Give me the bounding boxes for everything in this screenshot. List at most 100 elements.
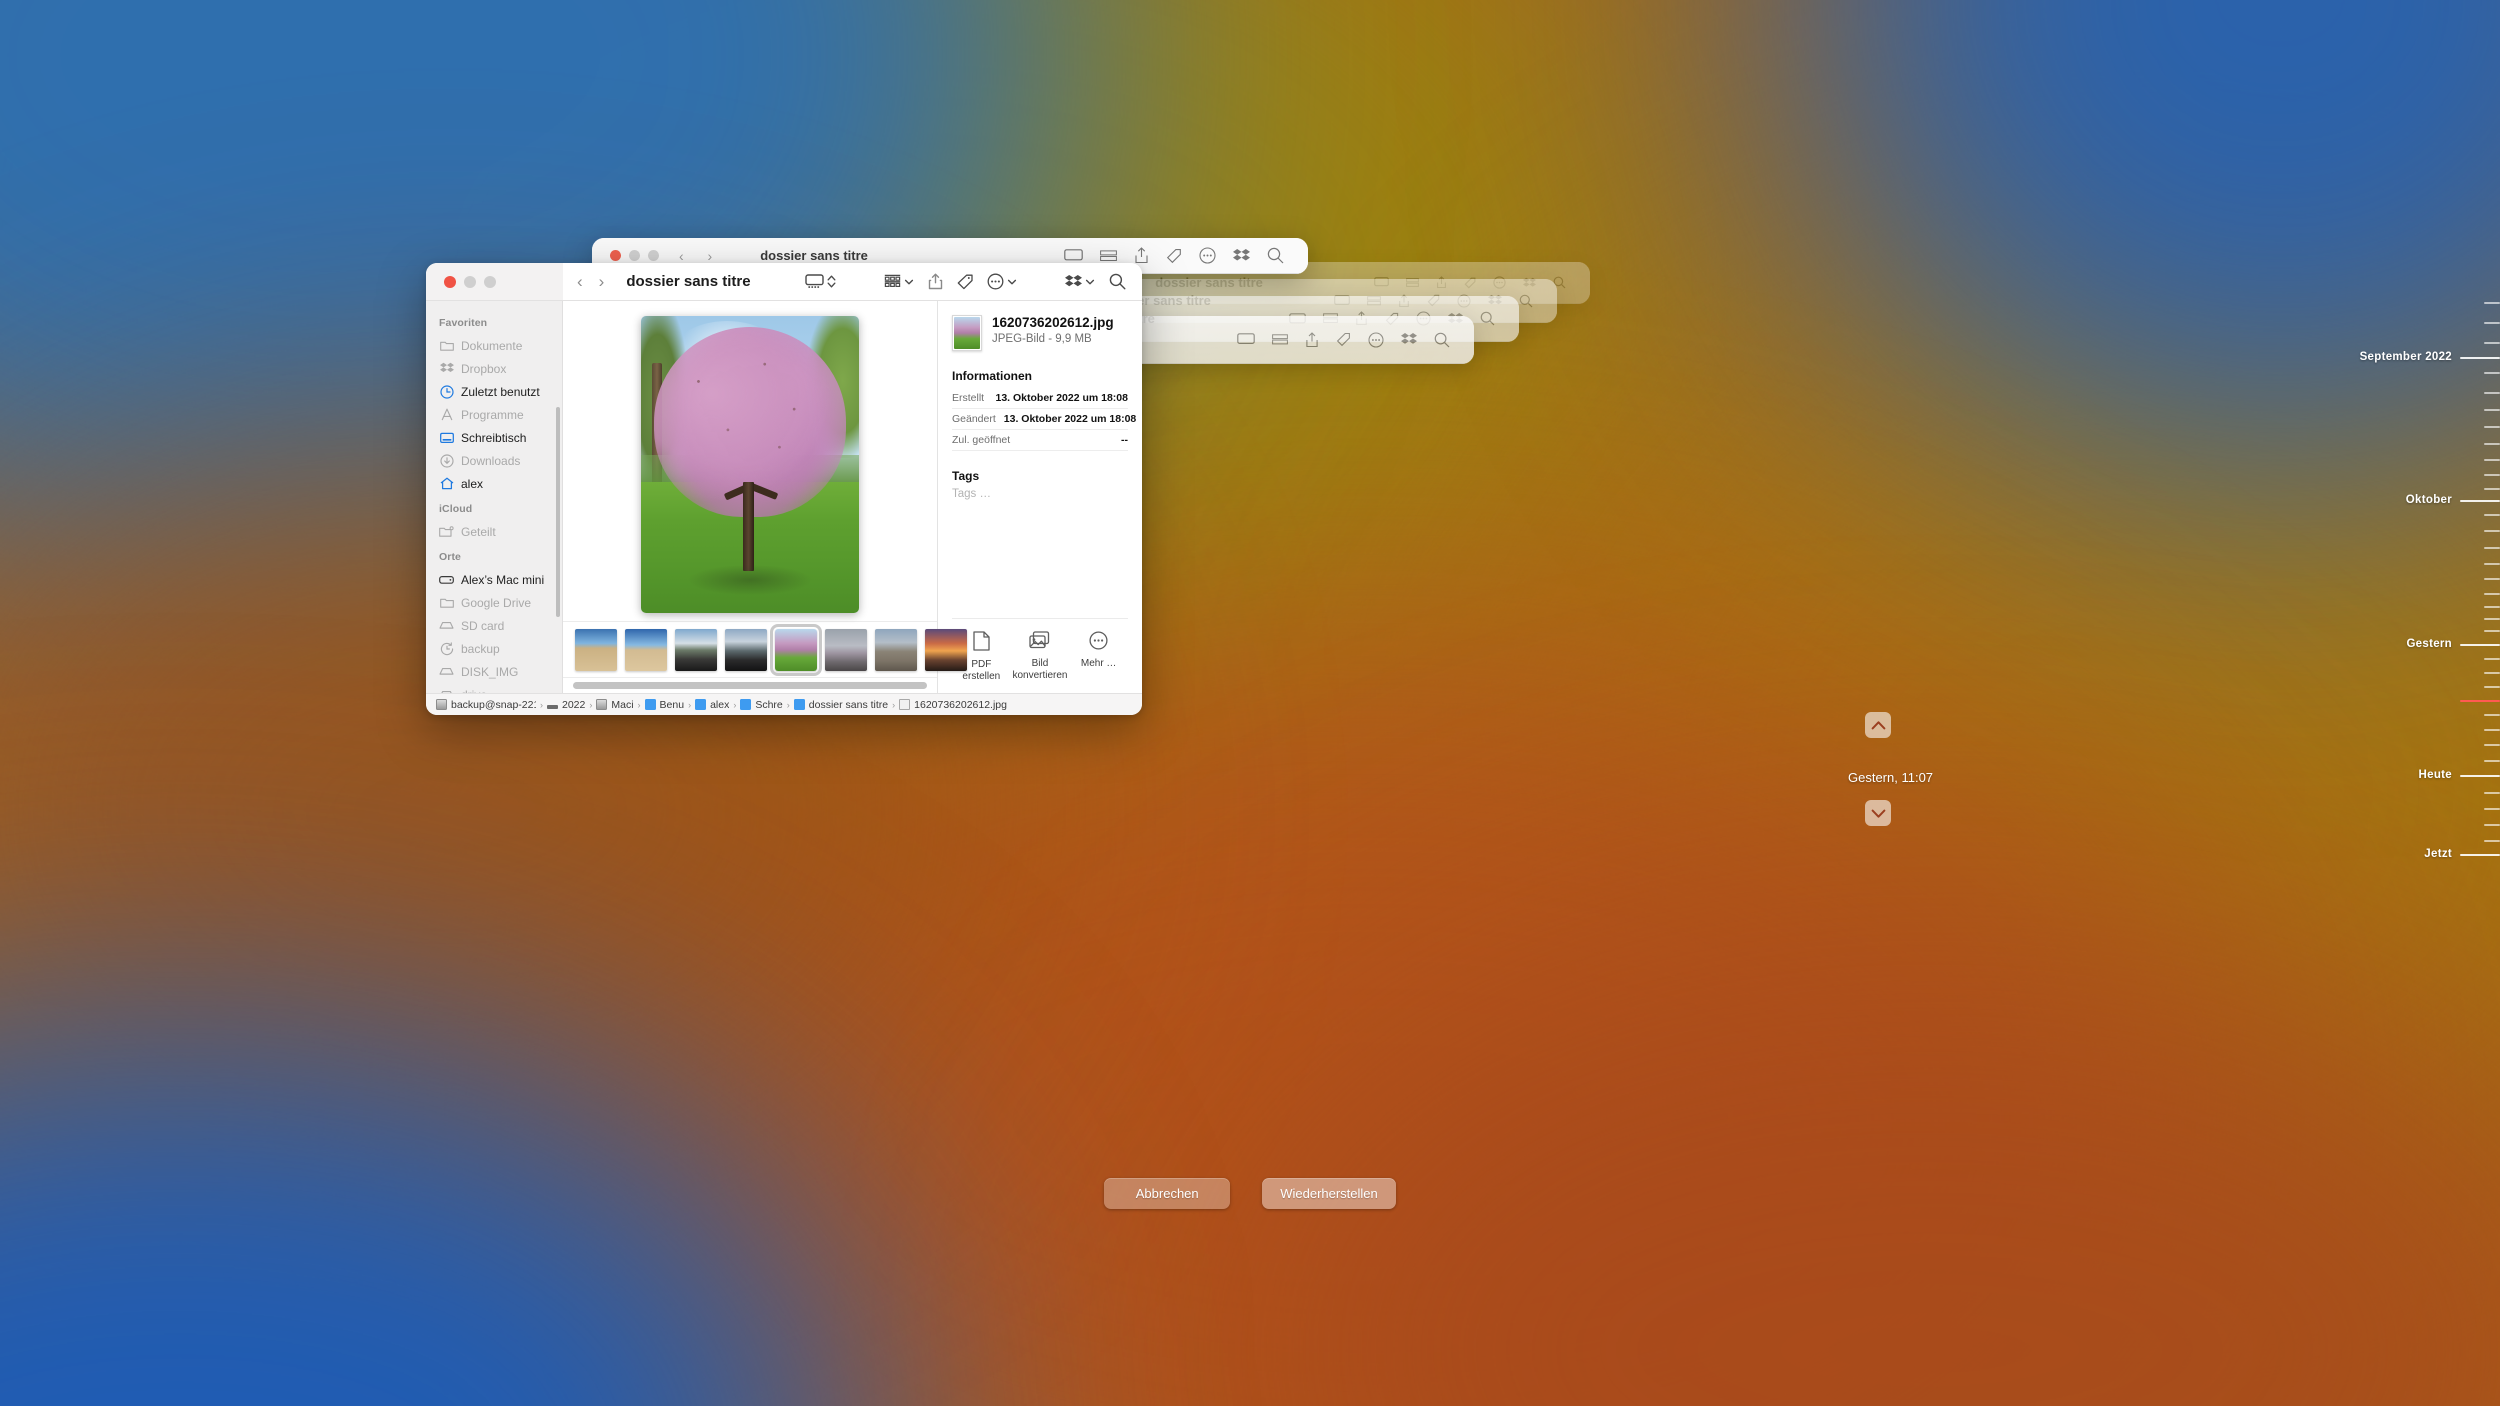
quick-action-convert-image[interactable]: Bild konvertieren	[1011, 631, 1069, 682]
thumbnail-item[interactable]	[675, 628, 717, 671]
breadcrumb-item[interactable]: backup@snap-22126	[436, 699, 536, 711]
breadcrumb-item[interactable]: Benu	[644, 698, 684, 711]
display-icon	[805, 274, 824, 288]
back-button[interactable]: ‹	[577, 272, 583, 292]
breadcrumb-label: 2022	[562, 698, 586, 711]
sidebar-item-zuletzt-benutzt[interactable]: Zuletzt benutzt	[426, 380, 562, 403]
sidebar-item-programme[interactable]: Programme	[426, 403, 562, 426]
dropbox-button[interactable]	[1065, 274, 1095, 290]
sidebar-item-dokumente[interactable]: Dokumente	[426, 334, 562, 357]
thumbnail-item[interactable]	[575, 628, 617, 671]
file-subtitle: JPEG-Bild - 9,9 MB	[992, 332, 1092, 345]
sidebar-item-drive[interactable]: drive	[426, 683, 562, 693]
sidebar-item-label: Zuletzt benutzt	[461, 384, 540, 399]
shared-folder-icon	[439, 524, 454, 539]
toolbar-tools	[805, 273, 1126, 290]
thumbnail-strip[interactable]	[563, 621, 967, 677]
breadcrumb-item[interactable]: alex	[695, 698, 730, 711]
timemachine-navigation[interactable]	[1858, 712, 1898, 826]
breadcrumb-separator: ›	[637, 699, 641, 710]
search-button[interactable]	[1109, 273, 1126, 290]
sidebar-section-header: Favoriten	[439, 317, 488, 329]
breadcrumb-item[interactable]: 2022	[547, 699, 585, 711]
thumbnail-item-selected[interactable]	[770, 623, 822, 676]
thumbnail-item[interactable]	[875, 628, 917, 671]
info-value: 13. Oktober 2022 um 18:08	[995, 392, 1129, 404]
close-button[interactable]	[444, 275, 456, 288]
clock-icon	[439, 384, 454, 399]
breadcrumb-label: 1620736202612.jpg	[914, 698, 1007, 711]
sidebar-item-label: backup	[461, 641, 500, 656]
quick-action-more[interactable]: Mehr …	[1070, 631, 1128, 670]
breadcrumb[interactable]: backup@snap-22126 › 2022 › Maci › Benu ›…	[426, 693, 1142, 715]
sidebar-item-label: Geteilt	[461, 524, 496, 539]
finder-window[interactable]: ‹ › dossier sans titre Favoriten Dokumen…	[426, 263, 1142, 715]
breadcrumb-item[interactable]: Maci	[596, 699, 634, 711]
sidebar-item-dropbox[interactable]: Dropbox	[426, 357, 562, 380]
finder-body: Favoriten Dokumente Dropbox Zuletzt benu…	[426, 301, 1142, 693]
sidebar-item-schreibtisch[interactable]: Schreibtisch	[426, 426, 562, 449]
forward-button[interactable]: ›	[599, 272, 605, 292]
photos-icon	[1029, 631, 1050, 653]
more-actions-button[interactable]	[987, 273, 1017, 290]
scrollbar-thumb[interactable]	[573, 682, 927, 689]
breadcrumb-separator: ›	[540, 699, 543, 710]
minimize-button[interactable]	[464, 275, 476, 288]
sidebar-item-label: Dokumente	[461, 338, 523, 353]
breadcrumb-separator: ›	[688, 699, 692, 710]
preview-area	[563, 301, 937, 621]
breadcrumb-separator: ›	[892, 699, 896, 710]
appstore-icon	[439, 407, 454, 422]
navigate-back-in-time-button[interactable]	[1865, 712, 1891, 738]
sidebar-item-alex[interactable]: alex	[426, 472, 562, 495]
view-mode-stepper[interactable]	[805, 274, 836, 289]
quick-actions: PDF erstellen Bild konvertieren Mehr …	[952, 618, 1128, 693]
sidebar-item-label: drive	[461, 688, 487, 694]
thumbnail-item[interactable]	[625, 628, 667, 671]
sidebar-item-label: SD card	[461, 618, 505, 633]
window-controls[interactable]	[426, 263, 563, 300]
ellipsis-circle-icon	[1089, 631, 1108, 653]
gallery-pane	[563, 301, 967, 693]
sidebar-item-label: Programme	[461, 407, 524, 422]
horizontal-scrollbar[interactable]	[563, 677, 937, 693]
restore-button[interactable]: Wiederherstellen	[1262, 1178, 1396, 1209]
sidebar-item-label: Downloads	[461, 453, 521, 468]
disk-icon	[436, 699, 447, 710]
preview-image[interactable]	[641, 315, 859, 613]
timemachine-timestamp: Gestern, 11:07	[1848, 770, 1934, 785]
breadcrumb-item[interactable]: Schre	[740, 698, 783, 711]
sidebar-item-google-drive[interactable]: Google Drive	[426, 591, 562, 614]
tags-input[interactable]: Tags …	[952, 488, 1128, 500]
maximize-button[interactable]	[484, 275, 496, 288]
sidebar-item-alexs-mac-mini[interactable]: Alex’s Mac mini	[426, 568, 562, 591]
timemachine-desktop: ‹ › dossier sans titre ‹ › dossier sans …	[0, 0, 2500, 1406]
toolbar-icons	[1064, 247, 1284, 264]
share-button[interactable]	[928, 273, 943, 290]
navigate-forward-in-time-button[interactable]	[1865, 800, 1891, 826]
sidebar-item-geteilt[interactable]: Geteilt	[426, 520, 562, 543]
breadcrumb-label: alex	[710, 698, 730, 711]
folder-icon	[793, 698, 805, 710]
finder-sidebar[interactable]: Favoriten Dokumente Dropbox Zuletzt benu…	[426, 301, 563, 693]
thumbnail-item[interactable]	[725, 628, 767, 671]
tags-button[interactable]	[957, 274, 973, 290]
chevron-down-icon	[1007, 279, 1017, 284]
sidebar-item-downloads[interactable]: Downloads	[426, 449, 562, 472]
breadcrumb-label: backup@snap-22126	[451, 698, 536, 711]
nav-buttons[interactable]: ‹ ›	[577, 272, 604, 292]
toolbar-icons	[1237, 331, 1450, 348]
file-thumbnail	[952, 315, 982, 351]
group-view-button[interactable]	[884, 274, 914, 289]
info-section-title: Informationen	[952, 369, 1032, 383]
thumbnail-item[interactable]	[925, 628, 967, 671]
sidebar-item-disk-img[interactable]: DISK_IMG	[426, 660, 562, 683]
cancel-button[interactable]: Abbrechen	[1104, 1178, 1231, 1209]
thumbnail-item[interactable]	[825, 628, 867, 671]
sidebar-scrollbar[interactable]	[556, 407, 560, 617]
info-row: Zul. geöffnet --	[952, 430, 1128, 451]
breadcrumb-item-current[interactable]: 1620736202612.jpg	[899, 699, 1007, 711]
sidebar-item-backup[interactable]: backup	[426, 637, 562, 660]
breadcrumb-item[interactable]: dossier sans titre	[793, 698, 888, 711]
sidebar-item-sd-card[interactable]: SD card	[426, 614, 562, 637]
